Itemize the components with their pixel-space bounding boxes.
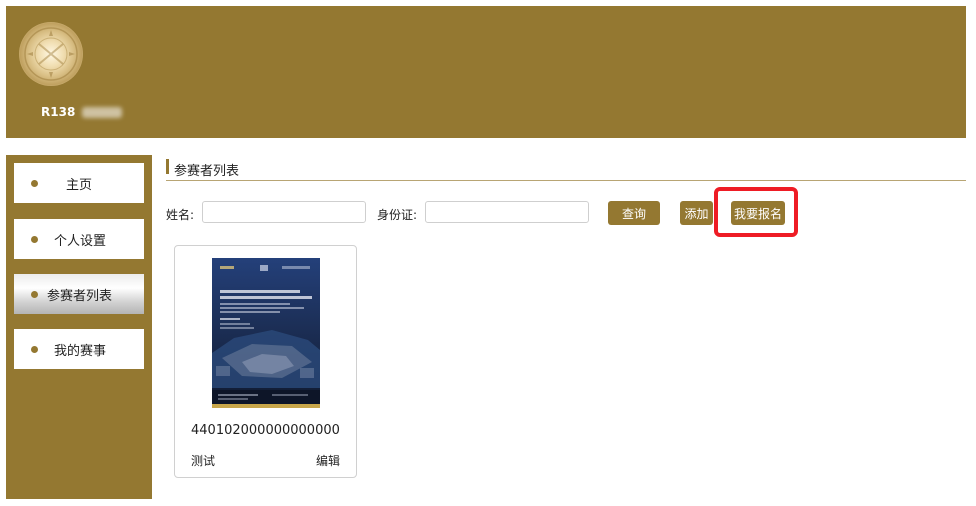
sidebar-item-participant-list[interactable]: 参赛者列表 — [14, 274, 144, 314]
bullet-dot-icon — [31, 291, 38, 298]
bullet-dot-icon — [31, 346, 38, 353]
name-input[interactable] — [202, 201, 366, 223]
event-poster-image[interactable] — [212, 258, 320, 408]
sidebar-item-home[interactable]: 主页 — [14, 163, 144, 203]
sidebar-item-personal-settings[interactable]: 个人设置 — [14, 219, 144, 259]
id-card-label: 身份证: — [377, 208, 418, 222]
id-card-input[interactable] — [425, 201, 589, 223]
section-divider — [166, 180, 966, 181]
add-button[interactable]: 添加 — [680, 201, 713, 225]
highlight-box — [714, 187, 798, 237]
participant-id-number: 440102000000000000 — [191, 423, 340, 438]
avatar[interactable] — [19, 22, 83, 86]
sidebar-item-my-events[interactable]: 我的赛事 — [14, 329, 144, 369]
participant-name: 测试 — [191, 454, 216, 468]
edit-link[interactable]: 编辑 — [316, 452, 340, 469]
sidebar-item-label: 我的赛事 — [54, 344, 107, 359]
username-redaction — [82, 107, 122, 118]
emblem-icon — [24, 27, 78, 81]
sidebar-item-label: 个人设置 — [54, 234, 107, 249]
sidebar-item-label: 主页 — [66, 178, 93, 193]
section-title-marker — [166, 159, 169, 174]
participant-card: 440102000000000000 测试 编辑 — [174, 245, 357, 478]
name-label: 姓名: — [166, 208, 195, 222]
bullet-dot-icon — [31, 180, 38, 187]
query-button[interactable]: 查询 — [608, 201, 660, 225]
page-title: 参赛者列表 — [174, 164, 240, 179]
sidebar: 主页 个人设置 参赛者列表 我的赛事 — [6, 155, 152, 499]
username-label: R138 — [41, 105, 76, 119]
sidebar-item-label: 参赛者列表 — [47, 289, 113, 304]
bullet-dot-icon — [31, 236, 38, 243]
header-banner: R138 — [6, 6, 966, 138]
